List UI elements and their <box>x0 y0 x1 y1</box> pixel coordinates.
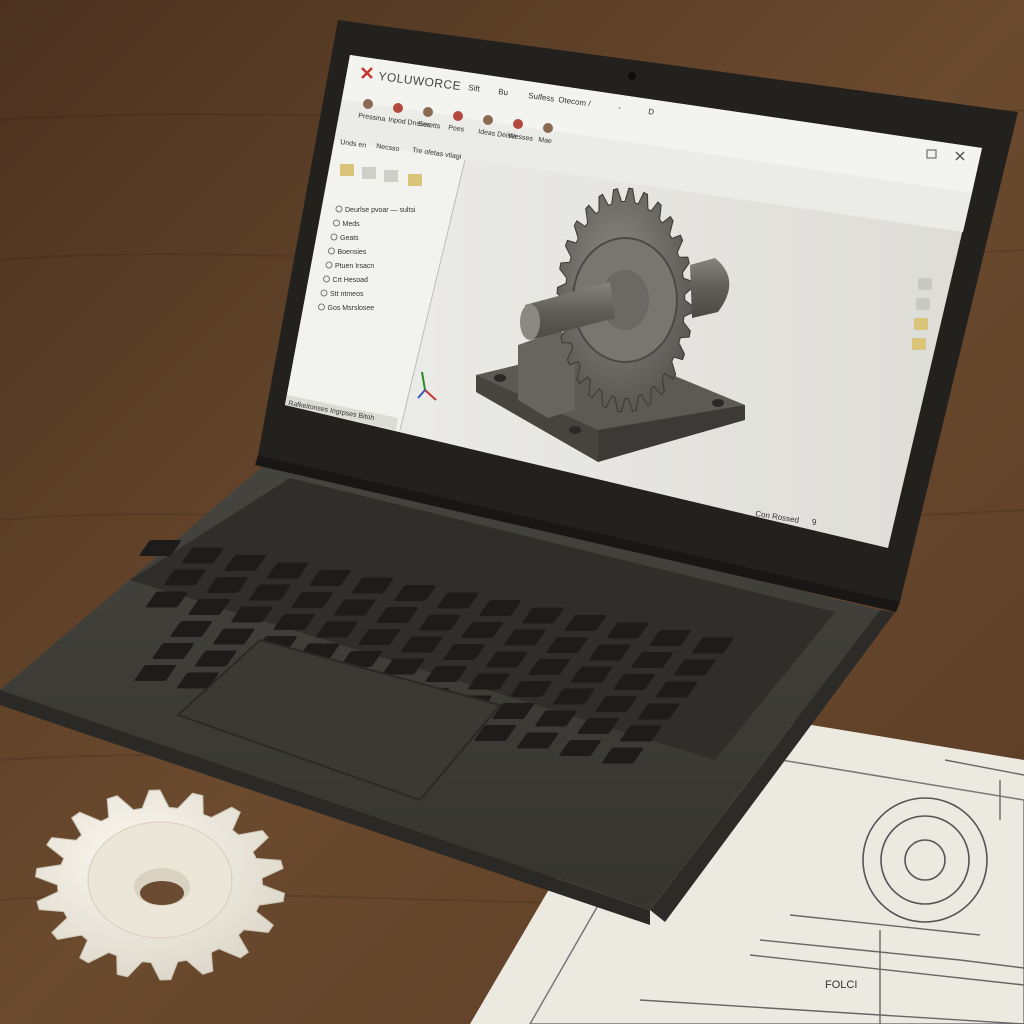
fillet-icon <box>513 119 523 129</box>
webcam <box>628 72 636 80</box>
cube-feature-icon <box>363 99 373 109</box>
tree-item-label: Deurlse pvoar — sultsi <box>345 207 416 214</box>
tree-item-label: Meds <box>343 221 361 228</box>
svg-text:9: 9 <box>812 518 817 527</box>
feature-tree-icon[interactable] <box>340 164 354 176</box>
menu-item[interactable]: Sift <box>468 83 481 94</box>
tree-item-label: Gos Msrslosee <box>328 305 375 312</box>
tree-item-label: Ptuen Irsacn <box>335 263 374 270</box>
tree-item-label: Boensies <box>338 249 367 256</box>
tree-item-label: Geats <box>340 235 359 242</box>
tree-item-label: Stt ntmeos <box>330 291 364 298</box>
extrude-icon <box>393 103 403 113</box>
pattern-icon <box>543 123 553 133</box>
drawing-label: FOLCI <box>825 979 857 991</box>
loft-icon <box>483 115 493 125</box>
revolve-icon <box>423 107 433 117</box>
property-icon[interactable] <box>362 167 376 179</box>
sweep-icon <box>453 111 463 121</box>
scene: FOLCI YOLUWORCE Sift Bu Sulfess Otecom /… <box>0 0 1024 1024</box>
tree-item[interactable]: Gos Msrslosee <box>318 303 375 312</box>
display-icon[interactable] <box>408 174 422 186</box>
tree-item[interactable]: Deurlse pvoar — sultsi <box>335 205 416 214</box>
tree-item-label: Crt Hesoad <box>333 277 369 284</box>
config-icon[interactable] <box>384 170 398 182</box>
menu-item[interactable]: Bu <box>498 87 509 97</box>
